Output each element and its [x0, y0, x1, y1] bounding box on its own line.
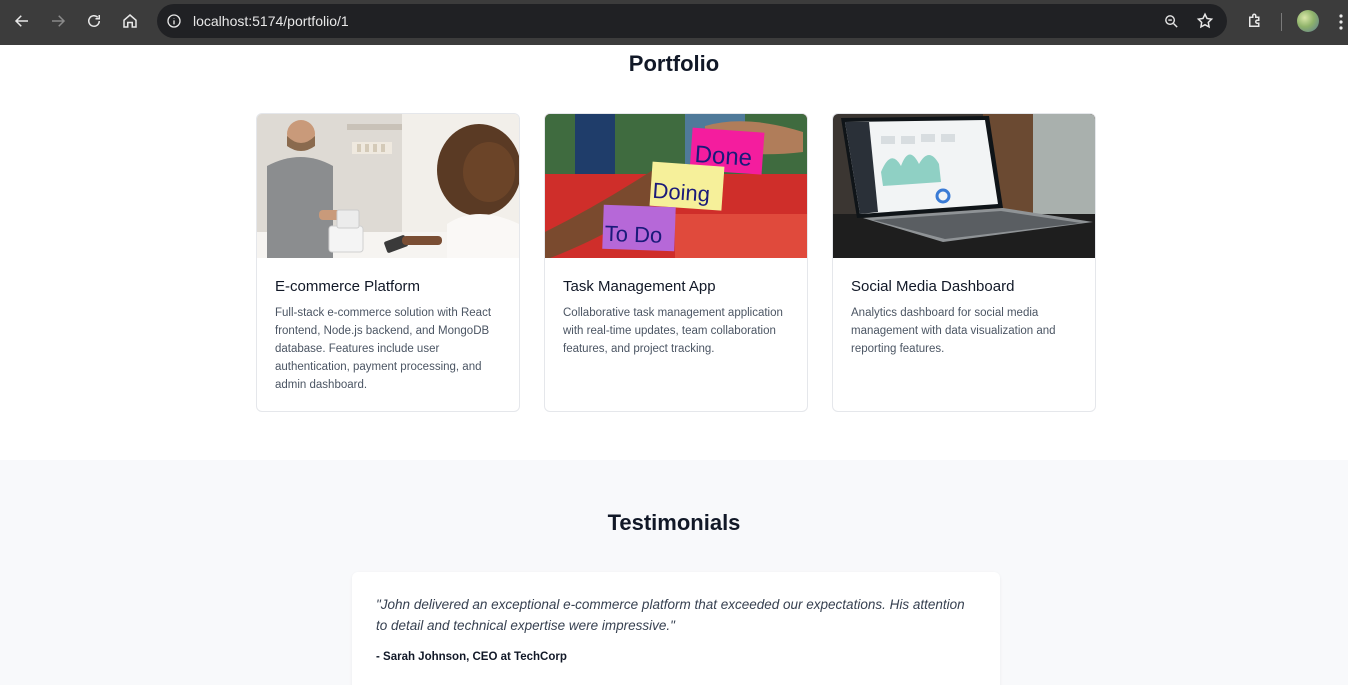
arrow-right-icon [52, 15, 66, 27]
address-bar[interactable]: localhost:5174/portfolio/1 [157, 4, 1227, 38]
project-description: Collaborative task management applicatio… [563, 307, 783, 355]
testimonial-quote: "John delivered an exceptional e-commerc… [376, 597, 965, 633]
zoom-icon[interactable] [1159, 9, 1183, 33]
reload-button[interactable] [76, 3, 112, 39]
project-image-task-management: Done Doing To Do [545, 114, 807, 258]
extensions-button[interactable] [1241, 6, 1269, 36]
home-button[interactable] [112, 3, 148, 39]
profile-avatar[interactable] [1297, 10, 1319, 32]
testimonial-card: "John delivered an exceptional e-commerc… [352, 572, 1000, 685]
site-info-icon[interactable] [157, 4, 191, 38]
project-title: Task Management App [563, 278, 716, 295]
testimonial-author: - Sarah Johnson, CEO at TechCorp [376, 651, 567, 663]
project-image-social-dashboard [833, 114, 1095, 258]
back-button[interactable] [4, 3, 40, 39]
project-image-ecommerce [257, 114, 519, 258]
project-description: Analytics dashboard for social media man… [851, 307, 1056, 355]
page-content: Portfolio E-commerce Platform Full-stack… [0, 45, 1348, 685]
svg-text:To Do: To Do [604, 221, 662, 248]
url-text[interactable]: localhost:5174/portfolio/1 [193, 13, 349, 29]
toolbar-divider [1281, 13, 1282, 31]
arrow-left-icon [14, 15, 28, 27]
testimonials-heading: Testimonials [607, 510, 741, 535]
project-card-task-management[interactable]: Done Doing To Do Task Management App Col… [544, 113, 808, 412]
project-title: Social Media Dashboard [851, 278, 1015, 295]
project-description: Full-stack e-commerce solution with Reac… [275, 307, 492, 391]
project-card-ecommerce[interactable]: E-commerce Platform Full-stack e-commerc… [256, 113, 520, 412]
forward-button[interactable] [40, 3, 76, 39]
project-card-social-dashboard[interactable]: Social Media Dashboard Analytics dashboa… [832, 113, 1096, 412]
bookmark-star-icon[interactable] [1193, 9, 1217, 33]
reload-icon [88, 15, 100, 27]
portfolio-heading: Portfolio [628, 51, 720, 76]
svg-text:Doing: Doing [652, 178, 711, 207]
browser-toolbar: localhost:5174/portfolio/1 [0, 0, 1348, 45]
home-icon [123, 14, 137, 28]
more-menu-icon[interactable] [1334, 10, 1348, 34]
puzzle-icon [1249, 13, 1260, 27]
testimonials-section: Testimonials "John delivered an exceptio… [0, 460, 1348, 685]
project-title: E-commerce Platform [275, 278, 421, 295]
